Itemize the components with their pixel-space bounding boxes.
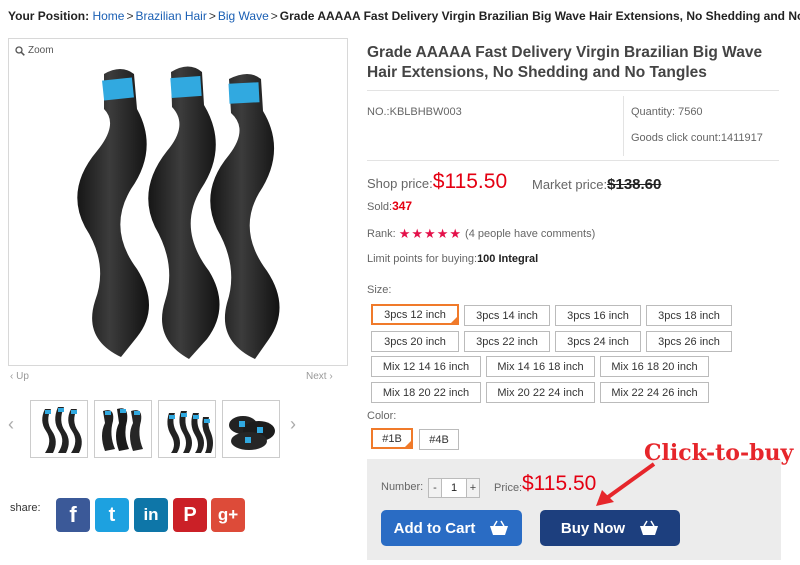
arrow-icon [596, 462, 656, 506]
divider [623, 96, 624, 156]
buy-now-button[interactable]: Buy Now [540, 510, 680, 546]
basket-icon [490, 520, 509, 535]
click-to-buy-annotation: Click-to-buy [644, 440, 794, 466]
facebook-icon[interactable]: f [56, 498, 90, 532]
shop-price-row: Shop price:$115.50 [367, 170, 507, 194]
product-sku: NO.:KBLBHBW003 [367, 106, 462, 118]
thumbnail-image [167, 411, 213, 453]
hair-bundles-image [77, 66, 280, 359]
breadcrumb-link-big-wave[interactable]: Big Wave [218, 9, 269, 23]
breadcrumb: Your Position: Home > Brazilian Hair > Big W… [8, 9, 800, 23]
gallery-up[interactable]: ‹ Up [10, 371, 29, 382]
thumbnail-2[interactable] [94, 400, 152, 458]
sold-row: Sold:347 [367, 199, 412, 213]
add-to-cart-button[interactable]: Add to Cart [381, 510, 522, 546]
gallery-up-label: Up [16, 371, 29, 382]
market-price-label: Market price: [532, 177, 608, 192]
breadcrumb-separator: > [208, 9, 216, 23]
breadcrumb-separator: > [126, 9, 134, 23]
increment-button[interactable]: + [467, 479, 479, 497]
quantity-stepper: - 1 + [428, 478, 480, 498]
size-option[interactable]: Mix 22 24 26 inch [600, 382, 709, 403]
market-price-row: Market price:$138.60 [532, 176, 661, 193]
limit-label: Limit points for buying: [367, 253, 478, 265]
gallery-next-label: Next [306, 371, 327, 382]
breadcrumb-link-brazilian-hair[interactable]: Brazilian Hair [135, 9, 206, 23]
size-option[interactable]: Mix 14 16 18 inch [486, 356, 595, 377]
sold-label: Sold: [367, 201, 393, 213]
decrement-button[interactable]: - [429, 479, 441, 497]
market-price: $138.60 [607, 176, 662, 193]
basket-icon [640, 520, 659, 535]
breadcrumb-link-home[interactable]: Home [92, 9, 124, 23]
size-option[interactable]: Mix 12 14 16 inch [371, 356, 481, 377]
size-option[interactable]: 3pcs 22 inch [464, 331, 550, 352]
thumbnail-1[interactable] [30, 400, 88, 458]
size-option[interactable]: Mix 16 18 20 inch [600, 356, 709, 377]
magnifier-icon [15, 45, 25, 56]
color-label: Color: [367, 410, 397, 422]
thumbnail-strip: ‹ › [8, 398, 348, 460]
thumbnail-image [229, 416, 275, 450]
chevron-left-icon[interactable]: ‹ [8, 414, 14, 435]
zoom-hint[interactable]: Zoom [15, 45, 54, 56]
share-label: share: [10, 502, 41, 514]
buy-now-label: Buy Now [560, 519, 626, 537]
divider [367, 90, 779, 91]
shop-price-label: Shop price: [367, 176, 433, 191]
linkedin-icon[interactable]: in [134, 498, 168, 532]
shop-price: $115.50 [432, 170, 508, 193]
google-plus-icon[interactable]: g+ [211, 498, 245, 532]
breadcrumb-prefix: Your Position: [8, 9, 90, 23]
size-option[interactable]: 3pcs 14 inch [464, 305, 550, 326]
rank-comments[interactable]: (4 people have comments) [465, 228, 595, 240]
number-label: Number: [381, 481, 424, 493]
price-label: Price: [494, 482, 523, 494]
chevron-right-icon[interactable]: › [290, 414, 296, 435]
gallery-next[interactable]: Next › [306, 371, 333, 382]
limit-value: 100 Integral [477, 253, 539, 265]
divider [367, 160, 779, 161]
thumbnail-3[interactable] [158, 400, 216, 458]
product-info-box: NO.:KBLBHBW003 Quantity: 7560 Goods clic… [367, 96, 779, 156]
rank-row: Rank: ★★★★★ (4 people have comments) [367, 226, 595, 242]
breadcrumb-separator: > [270, 9, 278, 23]
quantity-input[interactable]: 1 [441, 479, 467, 497]
product-main-image[interactable]: Zoom [8, 38, 348, 366]
thumbnail-image [42, 407, 82, 453]
size-option[interactable]: Mix 20 22 24 inch [486, 382, 595, 403]
limit-row: Limit points for buying:100 Integral [367, 253, 538, 265]
size-option[interactable]: 3pcs 20 inch [371, 331, 459, 352]
color-option[interactable]: #1B [371, 428, 413, 449]
size-label: Size: [367, 284, 392, 296]
add-to-cart-label: Add to Cart [393, 519, 476, 537]
size-option[interactable]: 3pcs 18 inch [646, 305, 732, 326]
size-option[interactable]: Mix 18 20 22 inch [371, 382, 481, 403]
product-quantity: Quantity: 7560 [631, 106, 703, 118]
product-click-count: Goods click count:1411917 [631, 132, 763, 144]
size-option[interactable]: 3pcs 16 inch [555, 305, 641, 326]
rank-label: Rank: [367, 228, 396, 240]
product-title: Grade AAAAA Fast Delivery Virgin Brazili… [367, 44, 763, 81]
size-option[interactable]: 3pcs 24 inch [555, 331, 641, 352]
twitter-icon[interactable]: t [95, 498, 129, 532]
sold-count: 347 [392, 199, 413, 213]
breadcrumb-current: Grade AAAAA Fast Delivery Virgin Brazili… [279, 9, 800, 23]
thumbnail-image [102, 408, 143, 451]
size-option[interactable]: 3pcs 12 inch [371, 304, 459, 325]
zoom-label: Zoom [28, 45, 54, 56]
size-option[interactable]: 3pcs 26 inch [646, 331, 732, 352]
total-price: $115.50 [522, 472, 597, 495]
color-option[interactable]: #4B [419, 429, 459, 450]
thumbnail-4[interactable] [222, 400, 280, 458]
rating-stars-icon: ★★★★★ [398, 226, 463, 241]
pinterest-icon[interactable]: P [173, 498, 207, 532]
